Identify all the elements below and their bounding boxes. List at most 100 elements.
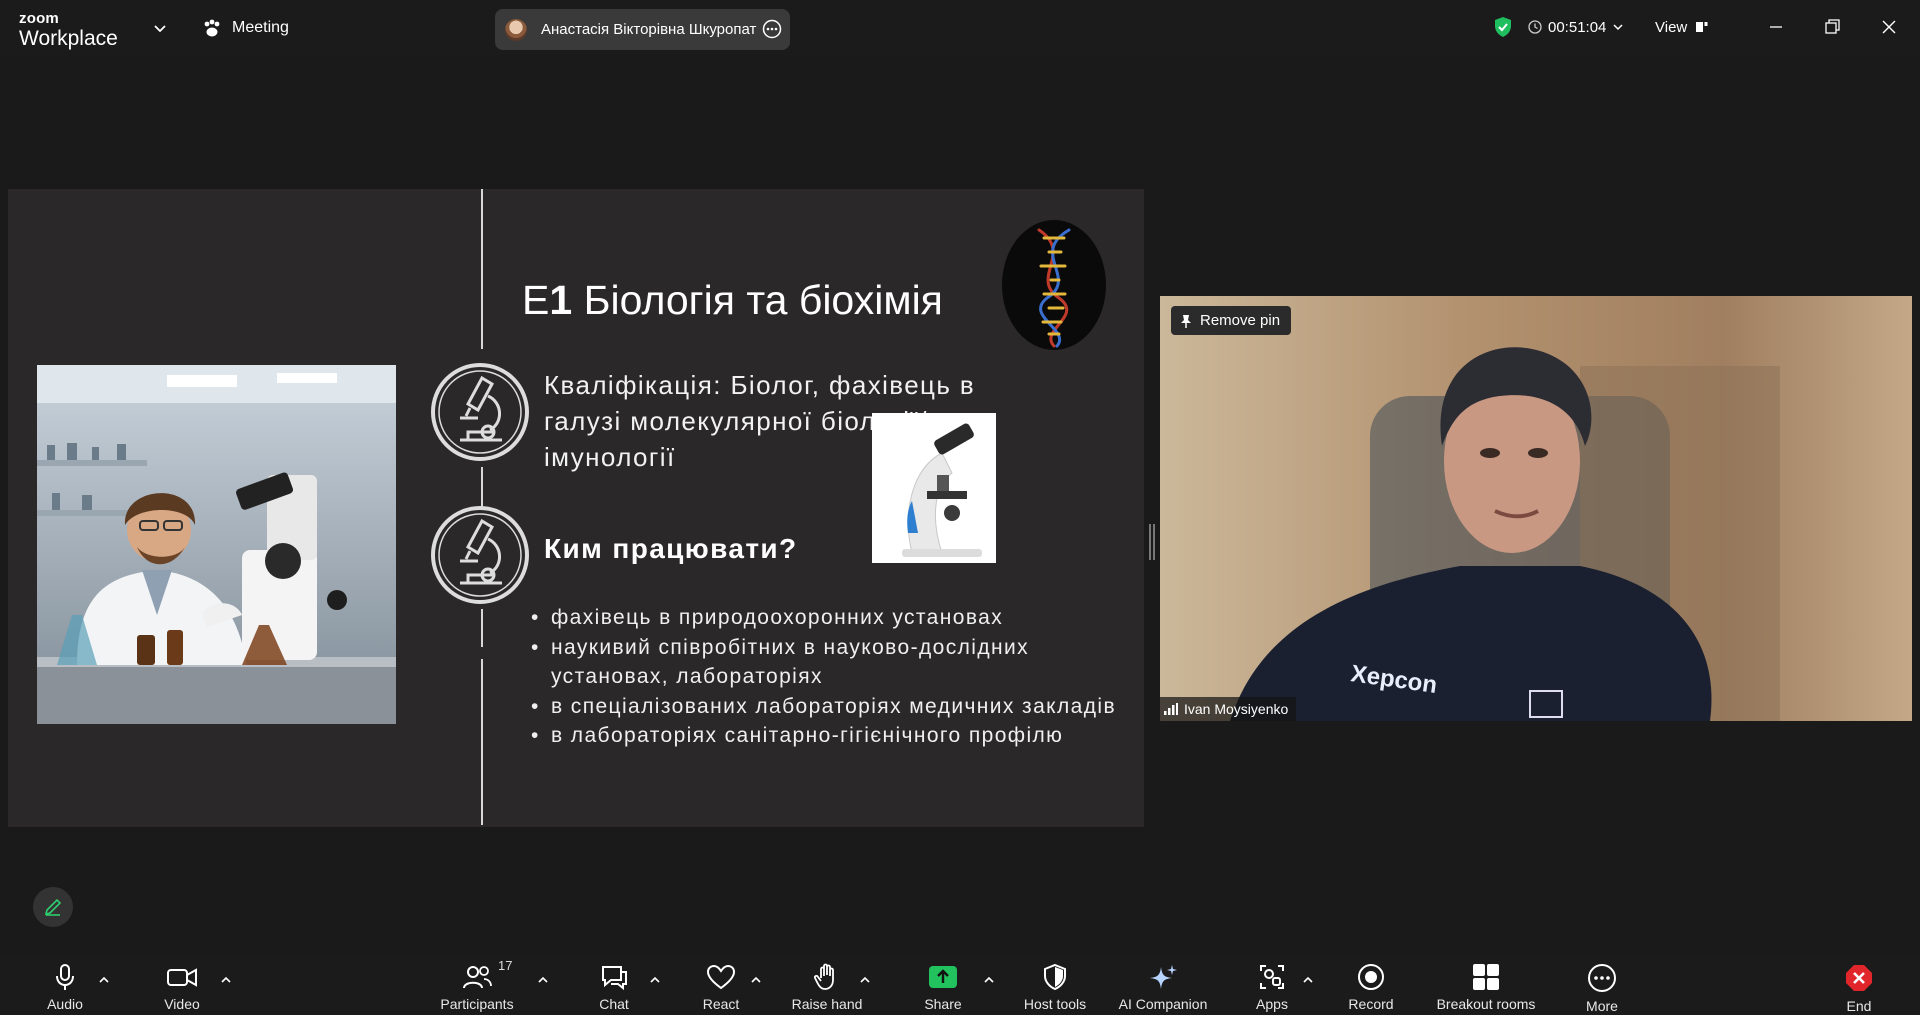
- toolbar-label: End: [1846, 998, 1872, 1014]
- divider-line: [481, 189, 483, 349]
- signal-strength-icon: [1164, 703, 1178, 715]
- participant-video-tile[interactable]: Xepcon Remove pin Ivan Moysiyenko: [1160, 296, 1912, 721]
- react-button[interactable]: React: [661, 963, 781, 1012]
- shield-icon: [1044, 963, 1066, 991]
- career-list: фахівець в природоохоронних установах на…: [528, 603, 1128, 751]
- microphone-icon: [56, 964, 74, 990]
- minimize-icon[interactable]: [1762, 13, 1790, 41]
- toolbar-label: Chat: [599, 996, 629, 1012]
- active-speaker-pill[interactable]: Анастасія Вікторівна Шкуропат: [495, 9, 790, 50]
- list-item: наукивий співробітних в науково-дослідни…: [528, 633, 1128, 692]
- toolbar-label: Breakout rooms: [1436, 996, 1536, 1012]
- list-item: в лабораторіях санітарно-гігієнічного пр…: [528, 721, 1128, 751]
- record-icon: [1358, 964, 1384, 990]
- title-number: 1: [549, 277, 573, 323]
- divider-line: [481, 467, 483, 509]
- participant-video-frame: Xepcon: [1160, 296, 1912, 721]
- participants-icon: [463, 966, 492, 989]
- remove-pin-label: Remove pin: [1200, 312, 1281, 329]
- active-speaker-name: Анастасія Вікторівна Шкуропат: [541, 21, 757, 38]
- participants-button[interactable]: Participants: [417, 963, 537, 1012]
- video-button[interactable]: Video: [122, 963, 242, 1012]
- logo-line1: zoom: [19, 10, 59, 27]
- audio-button[interactable]: Audio: [5, 963, 125, 1012]
- divider-line: [481, 609, 483, 647]
- chevron-down-icon[interactable]: [150, 18, 170, 38]
- view-label: View: [1655, 18, 1688, 36]
- toolbar-label: AI Companion: [1118, 996, 1208, 1012]
- restore-icon[interactable]: [1818, 13, 1846, 41]
- annotate-button[interactable]: [33, 887, 73, 927]
- heart-icon: [706, 964, 736, 990]
- ai-sparkle-icon: [1150, 965, 1177, 989]
- breakout-rooms-button[interactable]: Breakout rooms: [1426, 963, 1546, 1012]
- toolbar-label: Video: [164, 996, 200, 1012]
- more-icon: [1588, 964, 1616, 992]
- list-item: фахівець в природоохоронних установах: [528, 603, 1128, 633]
- share-button[interactable]: Share: [883, 963, 1003, 1012]
- caret-up-icon[interactable]: [749, 973, 763, 987]
- view-menu-button[interactable]: View: [1655, 14, 1709, 40]
- more-button[interactable]: More: [1542, 963, 1662, 1014]
- clock-icon: [1528, 20, 1542, 34]
- pin-icon: [1181, 314, 1191, 328]
- participant-name-tag: Ivan Moysiyenko: [1160, 697, 1297, 721]
- chevron-down-icon: [1613, 24, 1623, 31]
- caret-up-icon[interactable]: [982, 973, 996, 987]
- close-icon[interactable]: [1875, 13, 1903, 41]
- raise-hand-button[interactable]: Raise hand: [767, 963, 887, 1012]
- caret-up-icon[interactable]: [536, 973, 550, 987]
- caret-up-icon[interactable]: [648, 973, 662, 987]
- slide-title: Е1 Біологія та біохімія: [522, 277, 943, 324]
- caret-up-icon[interactable]: [858, 973, 872, 987]
- meeting-toolbar: Audio Video Participants 17 Chat React R…: [0, 955, 1920, 1015]
- title-bar: zoom Workplace Meeting Анастасія Вікторі…: [0, 0, 1920, 55]
- chat-icon: [602, 966, 627, 991]
- divider-line: [481, 659, 483, 825]
- toolbar-label: Raise hand: [791, 996, 863, 1012]
- toolbar-label: Host tools: [1023, 996, 1087, 1012]
- video-camera-icon: [167, 968, 197, 987]
- scientist-microscope-photo: [37, 365, 396, 724]
- caret-up-icon[interactable]: [219, 973, 233, 987]
- participant-name: Ivan Moysiyenko: [1184, 701, 1289, 717]
- host-tools-button[interactable]: Host tools: [995, 963, 1115, 1012]
- record-button[interactable]: Record: [1311, 963, 1431, 1012]
- speaker-avatar: [505, 18, 527, 41]
- ai-companion-button[interactable]: AI Companion: [1103, 963, 1223, 1012]
- panel-splitter-handle[interactable]: [1149, 524, 1155, 560]
- remove-pin-button[interactable]: Remove pin: [1171, 306, 1292, 335]
- meeting-timer[interactable]: 00:51:04: [1528, 14, 1624, 40]
- shield-check-icon: [1495, 17, 1511, 37]
- more-options-icon[interactable]: [762, 19, 782, 39]
- caret-up-icon[interactable]: [97, 973, 111, 987]
- title-rest: Біологія та біохімія: [572, 277, 943, 323]
- chat-button[interactable]: Chat: [554, 963, 674, 1012]
- logo-line2: Workplace: [19, 27, 118, 50]
- microscope-photo: [872, 413, 996, 563]
- toolbar-label: Participants: [440, 996, 514, 1012]
- participants-count: 17: [498, 958, 513, 973]
- title-prefix: Е: [522, 277, 550, 323]
- shared-screen[interactable]: Е1 Біологія та біохімія Кваліфікація: Бі…: [8, 189, 1144, 827]
- zoom-workplace-logo: zoom Workplace: [19, 11, 118, 49]
- end-call-icon: [1846, 965, 1872, 991]
- raise-hand-icon: [813, 963, 834, 990]
- share-screen-icon: [929, 966, 957, 988]
- list-item: в спеціалізованих лабораторіях медичних …: [528, 692, 1128, 722]
- microscope-icon: [431, 363, 529, 461]
- dna-helix-image: [1002, 220, 1106, 350]
- timer-text: 00:51:04: [1548, 18, 1607, 36]
- meeting-menu-button[interactable]: Meeting: [202, 17, 289, 39]
- meeting-paw-icon: [204, 19, 220, 37]
- pencil-icon: [44, 898, 62, 916]
- toolbar-label: Audio: [47, 996, 83, 1012]
- breakout-rooms-icon: [1473, 964, 1499, 990]
- meeting-label: Meeting: [232, 19, 289, 36]
- end-meeting-button[interactable]: End: [1799, 963, 1919, 1014]
- security-status[interactable]: [1493, 14, 1513, 40]
- microscope-icon: [431, 506, 529, 604]
- view-layout-icon: [1696, 22, 1708, 32]
- toolbar-label: React: [702, 996, 740, 1012]
- toolbar-label: More: [1586, 998, 1618, 1014]
